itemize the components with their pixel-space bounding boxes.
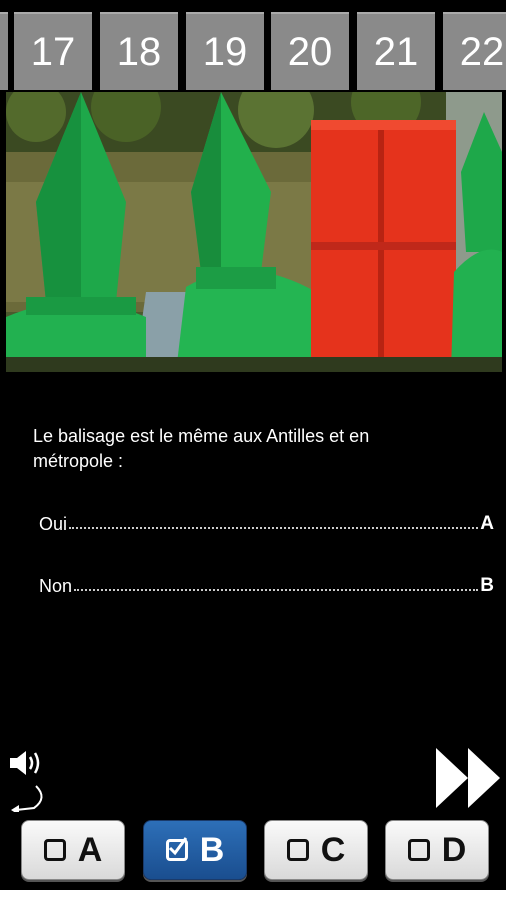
speaker-icon[interactable] (10, 751, 40, 775)
question-tab-22[interactable]: 22 (443, 12, 506, 90)
answer-option-a[interactable]: Oui A (39, 507, 494, 535)
answer-button-bar: A B C D (0, 812, 506, 900)
checkbox-icon (43, 839, 66, 861)
question-tab-19[interactable]: 19 (186, 12, 264, 90)
dotted-leader (69, 526, 479, 529)
question-tab-partial[interactable] (0, 12, 8, 90)
buoys-image (6, 92, 502, 372)
answer-letter: A (480, 513, 494, 534)
answer-button-c[interactable]: C (264, 820, 368, 880)
question-tab-21[interactable]: 21 (357, 12, 435, 90)
answer-button-b[interactable]: B (143, 820, 247, 880)
dotted-leader (74, 588, 479, 591)
answer-button-a[interactable]: A (21, 820, 125, 880)
checkbox-icon (286, 839, 309, 861)
answer-button-label: D (441, 830, 467, 869)
question-number-strip: 17 18 19 20 21 22 (0, 0, 506, 92)
question-tab-18[interactable]: 18 (100, 12, 178, 90)
answer-button-label: A (77, 830, 103, 869)
bottom-strip (0, 890, 506, 900)
replay-arrow-icon[interactable] (11, 785, 43, 815)
question-tab-20[interactable]: 20 (271, 12, 349, 90)
question-text: Le balisage est le même aux Antilles et … (33, 426, 370, 471)
answer-letter: B (480, 575, 494, 596)
question-photo (6, 92, 502, 372)
checkbox-checked-icon (165, 837, 188, 861)
checkbox-icon (407, 839, 430, 861)
answer-label: Oui (39, 514, 68, 534)
answer-label: Non (39, 576, 73, 596)
answer-option-b[interactable]: Non B (39, 569, 494, 597)
answer-button-label: B (199, 830, 225, 869)
answer-button-label: C (320, 830, 346, 869)
question-tab-17[interactable]: 17 (14, 12, 92, 90)
answer-button-d[interactable]: D (385, 820, 489, 880)
fast-forward-icon[interactable] (434, 746, 502, 810)
audio-controls (8, 748, 48, 818)
